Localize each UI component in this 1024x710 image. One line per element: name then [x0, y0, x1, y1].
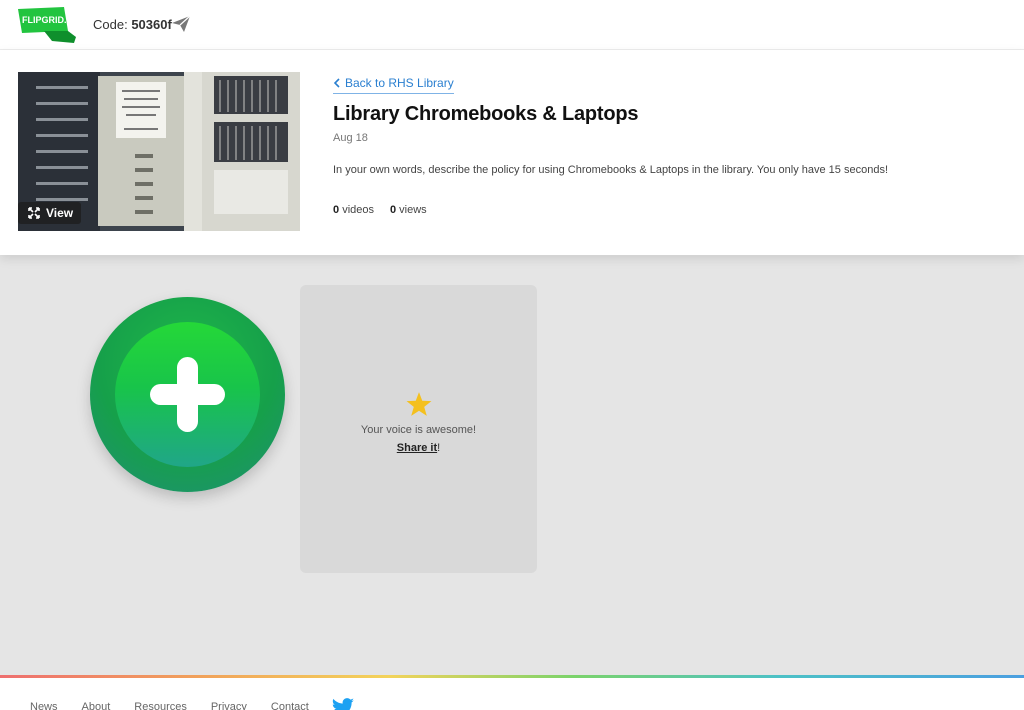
flipgrid-logo[interactable]: FLIPGRID. — [18, 7, 76, 43]
views-stat: 0 views — [390, 204, 427, 216]
views-label: views — [399, 204, 427, 216]
back-link-label: Back to RHS Library — [345, 76, 454, 90]
logo-text: FLIPGRID. — [22, 15, 67, 25]
add-button-inner — [115, 322, 260, 467]
videos-count: 0 — [333, 204, 340, 216]
views-count: 0 — [389, 204, 397, 216]
card-message: Your voice is awesome! — [360, 424, 477, 436]
footer-link-news[interactable]: News — [30, 701, 58, 710]
topic-thumbnail[interactable]: View — [18, 72, 300, 231]
code-label: Code: — [93, 17, 128, 32]
topic-stats: 0 videos 0 views — [333, 204, 427, 216]
topic-prompt: In your own words, describe the policy f… — [333, 164, 889, 176]
footer-link-about[interactable]: About — [82, 701, 111, 710]
footer-link-privacy[interactable]: Privacy — [211, 701, 247, 710]
twitter-icon[interactable] — [331, 698, 355, 710]
topic-date: Aug 18 — [333, 132, 368, 144]
footer: News About Resources Privacy Contact — [0, 678, 1024, 710]
empty-response-card: Your voice is awesome! Share it! — [300, 285, 537, 573]
topic-title: Library Chromebooks & Laptops — [333, 103, 639, 125]
share-suffix: ! — [437, 442, 441, 454]
view-label: View — [46, 206, 74, 220]
footer-links: News About Resources Privacy Contact — [30, 701, 309, 710]
view-button[interactable]: View — [18, 202, 82, 224]
add-response-button[interactable] — [90, 297, 285, 492]
send-icon[interactable] — [171, 14, 191, 34]
topic-header: View Back to RHS Library Library Chromeb… — [0, 50, 1024, 255]
code-display: Code: 50360f — [93, 17, 172, 32]
card-share: Share it! — [300, 442, 537, 454]
back-link[interactable]: Back to RHS Library — [333, 76, 454, 94]
videos-label: videos — [342, 204, 374, 216]
expand-icon — [28, 207, 40, 219]
code-value: 50360f — [131, 17, 172, 32]
chevron-left-icon — [333, 78, 340, 88]
share-it-link[interactable]: Share it — [397, 442, 437, 454]
footer-link-resources[interactable]: Resources — [134, 701, 187, 710]
videos-stat: 0 videos — [333, 204, 374, 216]
top-bar: FLIPGRID. Code: 50360f — [0, 0, 1024, 50]
footer-link-contact[interactable]: Contact — [271, 701, 309, 710]
star-icon — [406, 392, 432, 416]
